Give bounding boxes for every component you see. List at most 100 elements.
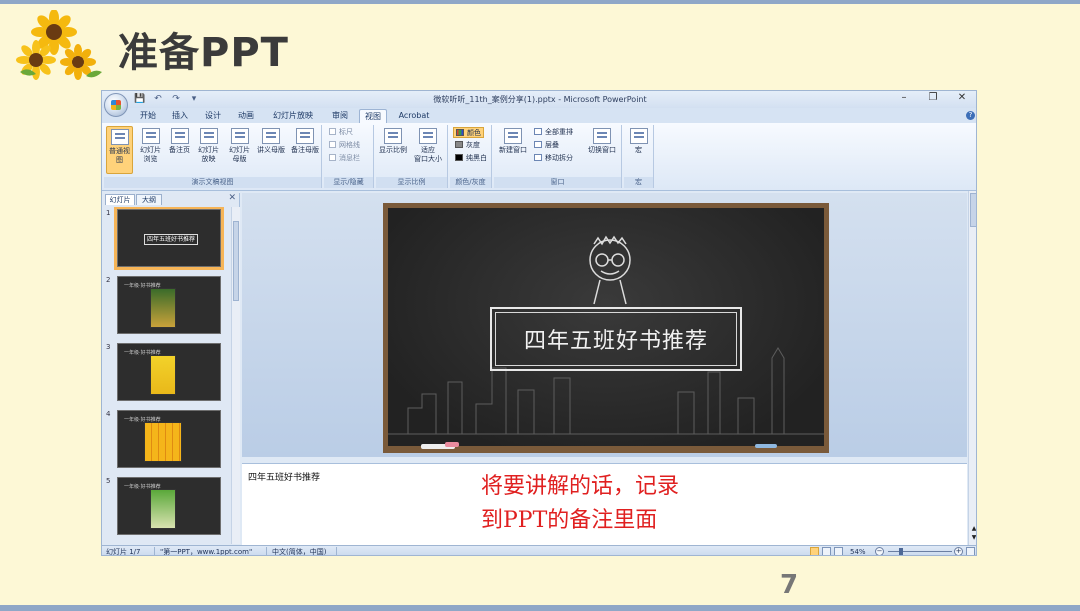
fit-to-window-button[interactable]: 适应 窗口大小 [411,126,445,174]
slide-edit-area[interactable]: 四年五班好书推荐 [242,193,967,457]
annotation-text: 将要讲解的话，记录 到PPT的备注里面 [481,470,679,538]
arrange-all-icon [534,128,542,135]
slide-master-button[interactable]: 幻灯片 母版 [226,126,253,174]
office-button[interactable] [104,93,128,117]
slide-sorter-button[interactable]: 幻灯片 浏览 [137,126,164,174]
fit-slide-icon[interactable] [966,547,975,555]
scrollbar-thumb[interactable] [970,193,976,227]
panel-close-icon[interactable]: ✕ [228,193,236,203]
current-slide[interactable]: 四年五班好书推荐 [383,203,829,453]
thumbnail-scrollbar[interactable] [231,207,240,544]
group-label-color: 颜色/灰度 [450,177,491,188]
tab-animation[interactable]: 动画 [232,109,260,123]
chalk-piece [445,442,459,447]
grayscale-icon [455,141,463,148]
window-title: 微软听听_11th_案例分享(1).pptx - Microsoft Power… [433,95,647,104]
zoom-level[interactable]: 54% [850,547,866,555]
switch-windows-button[interactable]: 切换窗口 [584,126,620,174]
next-slide-icon[interactable]: ▼ [969,534,976,541]
group-show-hide: 标尺 网格线 消息栏 显示/隐藏 [324,125,374,188]
slideshow-icon [199,128,218,144]
tab-view[interactable]: 视图 [359,109,387,123]
previous-slide-icon[interactable]: ▲ [969,525,976,532]
notes-page-button[interactable]: 备注页 [166,126,193,174]
handout-master-button[interactable]: 讲义母版 [255,126,287,174]
panel-tabs: 幻灯片 大纲 ✕ [103,193,240,205]
thumbnail-image: 一年级·好书推荐 [117,410,221,468]
minimize-button[interactable]: – [891,92,917,103]
color-button[interactable]: 颜色 [453,127,484,138]
zoom-slider-thumb[interactable] [899,548,903,555]
message-bar-checkbox[interactable]: 消息栏 [329,153,360,164]
restore-button[interactable]: ❐ [920,92,946,103]
tab-insert[interactable]: 插入 [166,109,194,123]
close-button[interactable]: ✕ [949,92,975,103]
notes-pane[interactable]: 四年五班好书推荐 将要讲解的话，记录 到PPT的备注里面 [242,463,967,545]
thumbnail-number: 2 [106,276,111,284]
tab-home[interactable]: 开始 [134,109,162,123]
black-white-icon [455,154,463,161]
slide-title-box[interactable]: 四年五班好书推荐 [490,307,742,371]
switch-windows-icon [593,128,611,144]
status-bar: 幻灯片 1/7 "第一PPT，www.1ppt.com" 中文(简体，中国) 5… [102,545,976,555]
new-window-button[interactable]: 新建窗口 [496,126,530,174]
slide-title: 准备PPT [118,30,289,76]
zoom-slider[interactable] [888,551,952,552]
thumbnail-list: 1 四年五班好书推荐 2 一年级·好书推荐 3 一年级·好书推荐 4 一年级·好… [103,207,231,544]
slideshow-button[interactable]: 幻灯片 放映 [195,126,222,174]
slide-title-text: 四年五班好书推荐 [495,312,737,366]
thumbnail-image: 一年级·好书推荐 [117,343,221,401]
thumbnail-image: 一年级·好书推荐 [117,477,221,535]
slide-thumbnail-1[interactable]: 1 四年五班好书推荐 [103,207,231,271]
thumbnail-image: 一年级·好书推荐 [117,276,221,334]
move-split-button[interactable]: 移动拆分 [534,153,573,164]
ruler-checkbox[interactable]: 标尺 [329,127,353,138]
zoom-button[interactable]: 显示比例 [377,126,409,174]
tab-review[interactable]: 审阅 [326,109,354,123]
group-label-show-hide: 显示/隐藏 [324,177,373,188]
top-rule [0,0,1080,4]
group-macro: 宏 宏 [624,125,654,188]
slide-thumbnail-2[interactable]: 2 一年级·好书推荐 [103,274,231,338]
powerpoint-window: 💾 ↶ ↷ ▾ 微软听听_11th_案例分享(1).pptx - Microso… [101,90,977,556]
normal-view-icon[interactable] [810,547,819,555]
normal-view-button[interactable]: 普通视图 [106,126,133,174]
tab-acrobat[interactable]: Acrobat [394,109,434,123]
help-icon[interactable]: ? [966,111,975,120]
move-split-icon [534,154,542,161]
vertical-scrollbar[interactable]: ▲ ▼ [968,191,976,547]
language-indicator[interactable]: 中文(简体，中国) [272,547,326,555]
group-window: 新建窗口 全部重排 层叠 移动拆分 切换窗口 窗口 [494,125,622,188]
slide-thumbnail-4[interactable]: 4 一年级·好书推荐 [103,408,231,472]
slide-thumbnail-5[interactable]: 5 一年级·好书推荐 [103,475,231,539]
status-divider [336,547,337,555]
grayscale-button[interactable]: 灰度 [455,140,480,151]
zoom-in-icon[interactable]: + [954,547,963,555]
scrollbar-thumb[interactable] [233,221,239,301]
slide-sorter-icon[interactable] [822,547,831,555]
cascade-icon [534,141,542,148]
slide-thumbnail-3[interactable]: 3 一年级·好书推荐 [103,341,231,405]
notes-master-button[interactable]: 备注母版 [289,126,321,174]
book-cover-image [150,288,176,328]
group-presentation-views: 普通视图 幻灯片 浏览 备注页 幻灯片 放映 幻灯片 母版 讲义母版 备注母版 … [104,125,322,188]
book-set-image [144,422,182,462]
tab-slideshow[interactable]: 幻灯片放映 [268,109,318,123]
tab-design[interactable]: 设计 [199,109,227,123]
gridlines-checkbox[interactable]: 网格线 [329,140,360,151]
ribbon-tabs: 开始 插入 设计 动画 幻灯片放映 审阅 视图 Acrobat [102,108,976,123]
notes-text[interactable]: 四年五班好书推荐 [248,470,320,483]
tab-slides[interactable]: 幻灯片 [105,194,135,205]
slideshow-icon[interactable] [834,547,843,555]
arrange-all-button[interactable]: 全部重排 [534,127,573,138]
black-white-button[interactable]: 纯黑白 [455,153,487,164]
status-divider [266,547,267,555]
zoom-out-icon[interactable]: − [875,547,884,555]
cascade-button[interactable]: 层叠 [534,140,559,151]
slides-panel: 幻灯片 大纲 ✕ 1 四年五班好书推荐 2 一年级·好书推荐 3 一年级·好书推… [103,193,240,544]
notes-master-icon [296,128,314,144]
macro-button[interactable]: 宏 [625,126,652,174]
chalk-piece [755,444,777,448]
group-zoom: 显示比例 适应 窗口大小 显示比例 [376,125,448,188]
tab-outline[interactable]: 大纲 [136,194,162,205]
